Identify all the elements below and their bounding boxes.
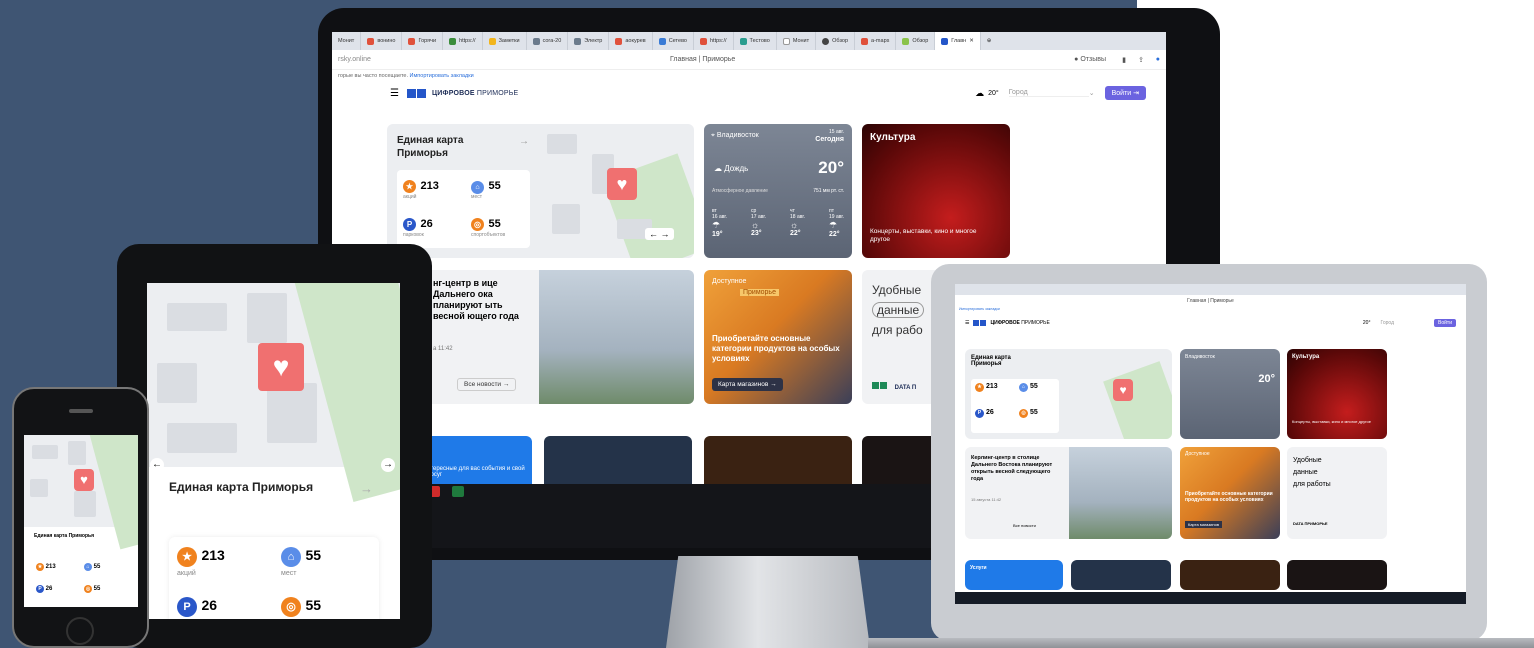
all-news-button[interactable]: Все новости → — [457, 378, 517, 391]
weather-card[interactable]: ⌖ Владивосток 15 авг. Сегодня ☁ Дождь 20°… — [704, 124, 852, 258]
site-header: ☰ ЦИФРОВОЕ ПРИМОРЬЕ 20° Город Войти — [955, 315, 1466, 331]
site-header: ☰ ЦИФРОВОЕ ПРИМОРЬЕ ☁ 20° Город ⌄ Войти … — [332, 82, 1166, 104]
map-pin-icon — [607, 168, 637, 200]
sport-icon: ◎ — [471, 218, 484, 231]
star-icon: ★ — [177, 547, 197, 567]
browser-tab[interactable]: Обзор — [816, 32, 856, 50]
museum-icon: ⌂ — [471, 181, 484, 194]
tablet-screen: Единая карта Приморья → ★ 213акций ⌂ 55м… — [147, 283, 400, 619]
map-card[interactable]: Единая карта Приморья ★ 213 ⌂ 55 P 26 ◎ … — [965, 349, 1172, 439]
browser-tab[interactable]: Монит — [777, 32, 817, 50]
browser-tab[interactable]: Электр — [568, 32, 610, 50]
news-card[interactable]: нг-центр в ице Дальнего ока планируют ыт… — [387, 270, 694, 404]
cloud-icon: ☁ — [975, 87, 985, 98]
browser-tab[interactable]: Горячи — [402, 32, 444, 50]
feedback-button[interactable]: ● Отзывы — [1074, 56, 1106, 63]
services-card[interactable]: Услуги — [965, 560, 1063, 590]
share-icon[interactable]: ⇪ — [1138, 56, 1144, 64]
stores-map-button[interactable]: Карта магазинов → — [712, 378, 783, 391]
excel-icon[interactable] — [452, 486, 464, 497]
parking-icon: P — [403, 218, 416, 231]
stat-sport: ◎ 55 спортобъектов — [471, 218, 506, 238]
map-pin-icon — [1113, 379, 1133, 401]
data-logo-icon — [872, 382, 887, 389]
browser-tab[interactable]: https:// — [443, 32, 483, 50]
browser-tab[interactable]: вонино — [361, 32, 403, 50]
phone-home-button[interactable] — [66, 617, 94, 645]
arrow-right-icon[interactable]: → — [519, 136, 529, 147]
monitor-stand — [666, 556, 870, 648]
address-bar[interactable]: rsky.online Главная | Приморье ● Отзывы … — [332, 50, 1166, 70]
news-image — [539, 270, 694, 404]
login-button[interactable]: Войти ⇥ — [1104, 86, 1146, 100]
star-icon: ★ — [403, 180, 416, 193]
museum-icon: ⌂ — [281, 547, 301, 567]
sport-icon: ◎ — [281, 597, 301, 617]
browser-tab[interactable]: Заметки — [483, 32, 527, 50]
map-pin-icon — [74, 469, 94, 491]
weather-temp: 20° — [818, 158, 844, 177]
browser-tab[interactable]: аокурев — [609, 32, 653, 50]
header-temp: 20° — [988, 89, 999, 97]
weather-city: ⌖ Владивосток — [711, 132, 759, 139]
culture-card[interactable]: Культура Концерты, выставки, кино и мног… — [862, 124, 1010, 258]
laptop-screen: Главная | Приморье Импортировать закладк… — [955, 284, 1466, 604]
tablet-prev-arrow[interactable]: ← — [150, 458, 164, 472]
laptop-base — [868, 638, 1534, 648]
data-card[interactable]: Удобные данные для работы DATA ПРИМОРЬЕ — [1287, 447, 1387, 539]
browser-tab[interactable]: Обзор — [896, 32, 936, 50]
map-card[interactable]: Единая карта Приморья → ★ 213акций ⌂ 55м… — [387, 124, 694, 258]
logo-icon — [973, 320, 987, 326]
browser-tab[interactable]: Монит — [332, 32, 362, 50]
stat-parkings: P 26 парковок — [403, 218, 433, 238]
page-title: Главная | Приморье — [670, 56, 736, 63]
parking-icon: P — [177, 597, 197, 617]
tablet-card-title: Единая карта Приморья — [169, 480, 314, 494]
weather-forecast: вт 16 авг. ☂ 19° ср 17 авг. ☼ 23° чт 18 авг. ☼ 22… — [712, 208, 844, 238]
chevron-down-icon[interactable]: ⌄ — [1089, 89, 1095, 97]
arrow-right-icon[interactable]: → — [360, 481, 373, 496]
tablet-map — [147, 283, 400, 503]
logo-icon[interactable] — [406, 88, 426, 98]
map-pin-icon — [258, 343, 304, 391]
weather-card[interactable]: Владивосток 20° — [1180, 349, 1280, 439]
promo-card[interactable]: Доступное Приморье Приобретайте основные… — [704, 270, 852, 404]
profile-icon[interactable]: ● — [1156, 56, 1160, 63]
menu-icon[interactable]: ☰ — [390, 88, 399, 99]
browser-tab-strip: Монит вонино Горячи https:// Заметки cor… — [332, 32, 1166, 50]
browser-tab-strip — [955, 284, 1466, 295]
bookmark-icon[interactable]: ▮ — [1122, 56, 1126, 64]
map-card-title: Единая карта Приморья — [397, 135, 464, 159]
browser-tab[interactable]: cora-20 — [527, 32, 569, 50]
tools-image — [544, 436, 692, 484]
weather-desc: ☁ Дождь — [714, 164, 749, 173]
new-tab-button[interactable]: ⊕ — [981, 32, 998, 50]
login-button[interactable]: Войти — [1434, 319, 1456, 327]
page-title: Главная | Приморье — [1187, 298, 1234, 304]
news-card[interactable]: Керлинг-центр в столице Дальнего Востока… — [965, 447, 1172, 539]
import-bookmarks-link[interactable]: Импортировать закладки — [410, 73, 474, 79]
browser-tab-active[interactable]: Главн ✕ — [935, 32, 981, 50]
browser-tab[interactable]: https:// — [694, 32, 734, 50]
browser-tab[interactable]: Сетево — [653, 32, 694, 50]
menu-icon[interactable]: ☰ — [965, 320, 969, 326]
bookmarks-bar: горые вы часто посещаете. Импортировать … — [338, 73, 474, 79]
site-logo[interactable]: ЦИФРОВОЕ ПРИМОРЬЕ — [432, 90, 518, 97]
browser-tab[interactable]: Тестово — [734, 32, 777, 50]
browser-tab[interactable]: a-maps — [855, 32, 897, 50]
promo-card[interactable]: Доступное Приобретайте основные категори… — [1180, 447, 1280, 539]
phone-screen: Единая карта Приморья ★ 213 ⌂ 55 P 26 ◎ … — [24, 435, 138, 607]
map-nav-arrows[interactable]: ← → — [645, 228, 674, 240]
stat-places: ⌂ 55 мест — [471, 180, 501, 200]
city-select[interactable]: Город — [1008, 89, 1089, 97]
phone-speaker — [69, 409, 93, 413]
stat-promos: ★ 213 акций — [403, 180, 439, 200]
laptop-taskbar — [955, 592, 1466, 604]
chess-image — [704, 436, 852, 484]
culture-card[interactable]: Культура Концерты, выставки, кино и мног… — [1287, 349, 1387, 439]
tablet-next-arrow[interactable]: → — [381, 458, 395, 472]
